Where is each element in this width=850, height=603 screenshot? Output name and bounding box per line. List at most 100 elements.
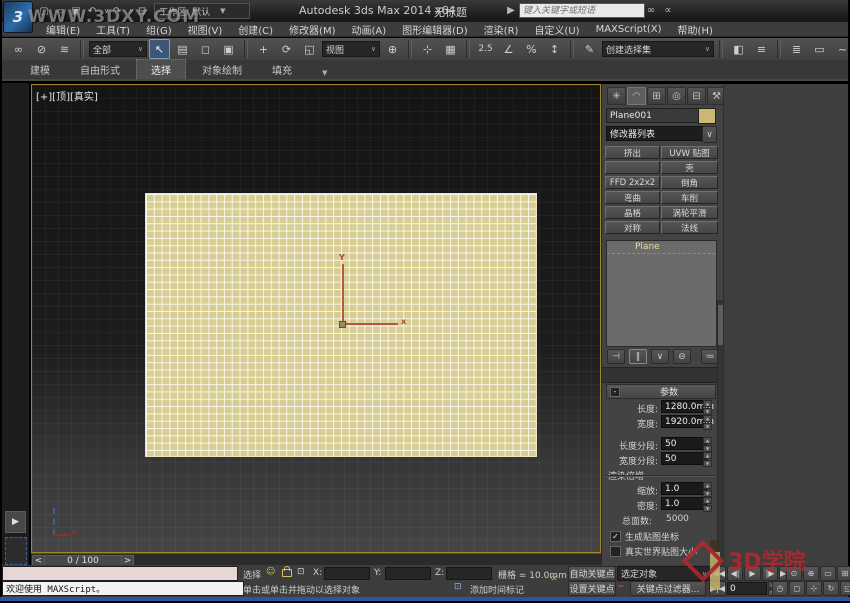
- infocenter-expand-icon[interactable]: ▶: [506, 3, 516, 18]
- project-folder-icon[interactable]: ⊟: [134, 4, 150, 19]
- key-filters-button[interactable]: 关键点过滤器...: [630, 581, 706, 596]
- modifier-button-bevel[interactable]: 倒角: [661, 176, 718, 189]
- parameters-rollout-header[interactable]: - 参数: [606, 384, 716, 399]
- gizmo-y-axis[interactable]: [342, 264, 344, 325]
- snap-toggle-icon[interactable]: 2.5: [475, 39, 496, 59]
- zoom-icon[interactable]: ⊙: [786, 566, 802, 581]
- current-frame-field[interactable]: [727, 582, 767, 595]
- y-coord-field[interactable]: [385, 567, 431, 580]
- tab-motion-icon[interactable]: ◎: [667, 87, 686, 105]
- modifier-button-uvw-map[interactable]: UVW 贴图: [661, 146, 718, 159]
- x-coord-field[interactable]: [324, 567, 370, 580]
- transform-type-in-icon[interactable]: ⊡: [297, 567, 305, 577]
- bind-to-space-warp-icon[interactable]: ≋: [54, 39, 75, 59]
- next-frame-button[interactable]: |▶: [762, 566, 778, 581]
- maxscript-listener-line[interactable]: 欢迎使用 MAXScript。: [2, 581, 244, 596]
- plane-object[interactable]: Y x: [145, 193, 537, 457]
- macro-recorder-line[interactable]: [2, 566, 238, 581]
- new-file-icon[interactable]: ▢: [36, 4, 52, 19]
- ribbon-tab-modeling[interactable]: 建模: [16, 60, 64, 79]
- menu-edit[interactable]: 编辑(E): [38, 22, 88, 37]
- 3ds-max-logo[interactable]: 3: [3, 1, 33, 33]
- modifier-button-turbosmooth[interactable]: 涡轮平滑: [661, 206, 718, 219]
- zoom-extents-all-icon[interactable]: ⊞: [837, 566, 850, 581]
- angle-snap-icon[interactable]: ∠: [498, 39, 519, 59]
- modifier-button-normal[interactable]: 法线: [661, 221, 718, 234]
- make-unique-icon[interactable]: ∨: [651, 349, 669, 364]
- modifier-button-bend[interactable]: 弯曲: [605, 191, 660, 204]
- keyboard-shortcut-override-icon[interactable]: ▦: [440, 39, 461, 59]
- spinner-up-icon[interactable]: ▲: [703, 452, 712, 459]
- reference-coordinate-dropdown[interactable]: 视图 ∨: [322, 41, 380, 57]
- window-crossing-icon[interactable]: ▣: [218, 39, 239, 59]
- modifier-button-symmetry[interactable]: 对称: [605, 221, 660, 234]
- spinner-down-icon[interactable]: ▼: [703, 445, 712, 452]
- ribbon-tab-selection[interactable]: 选择: [136, 59, 186, 79]
- rollout-collapse-icon[interactable]: -: [610, 386, 620, 397]
- align-icon[interactable]: ≡: [751, 39, 772, 59]
- panel-splitter[interactable]: [602, 367, 724, 383]
- menu-group[interactable]: 组(G): [138, 22, 180, 37]
- scale-field[interactable]: 1.0: [661, 482, 707, 495]
- workspace-selector[interactable]: 工作区: 默认 ▼: [154, 3, 251, 19]
- pan-hand-icon[interactable]: ⊹: [806, 581, 822, 596]
- width-spinner[interactable]: ▲ ▼: [703, 415, 712, 430]
- gizmo-x-axis[interactable]: [344, 323, 398, 325]
- modifier-list-arrow-icon[interactable]: ∨: [702, 126, 717, 143]
- modifier-button-shell[interactable]: 壳: [661, 161, 718, 174]
- width-field[interactable]: 1920.0mm: [661, 415, 714, 428]
- menu-create[interactable]: 创建(C): [230, 22, 281, 37]
- infocenter-search-input[interactable]: [519, 3, 645, 18]
- key-filter-curve-icon[interactable]: ~: [617, 582, 625, 592]
- tab-hierarchy-icon[interactable]: ⊞: [647, 87, 666, 105]
- select-and-link-icon[interactable]: ∞: [8, 39, 29, 59]
- key-mode-dropdown[interactable]: 选定对象 ∨: [617, 566, 711, 581]
- spinner-up-icon[interactable]: ▲: [703, 482, 712, 489]
- maximize-viewport-toggle-icon[interactable]: ◱: [840, 581, 850, 596]
- object-name-field[interactable]: Plane001: [606, 108, 700, 123]
- modifier-button-lathe[interactable]: 车削: [661, 191, 718, 204]
- sign-in-key-icon[interactable]: ∝: [660, 3, 676, 18]
- spinner-up-icon[interactable]: ▲: [703, 415, 712, 422]
- z-coord-field[interactable]: [446, 567, 492, 580]
- ribbon-tab-populate[interactable]: 填充: [258, 60, 306, 79]
- use-pivot-point-center-icon[interactable]: ⊕: [382, 39, 403, 59]
- tab-display-icon[interactable]: ⊟: [687, 87, 706, 105]
- modifier-stack-list[interactable]: Plane: [606, 240, 717, 347]
- auto-key-button[interactable]: 自动关键点: [568, 566, 616, 581]
- go-to-start-button[interactable]: |◀◀: [709, 566, 726, 581]
- redo-icon[interactable]: ↷: [109, 4, 125, 19]
- zoom-region-icon[interactable]: ◻: [789, 581, 805, 596]
- selection-filter-dropdown[interactable]: 全部 ∨: [89, 41, 147, 57]
- menu-customize[interactable]: 自定义(U): [526, 22, 587, 37]
- search-binoculars-icon[interactable]: ∞: [643, 3, 659, 18]
- length-segs-spinner[interactable]: ▲ ▼: [703, 437, 712, 452]
- edit-named-selection-sets-icon[interactable]: ✎: [579, 39, 600, 59]
- real-world-checkbox[interactable]: [610, 546, 621, 557]
- zoom-extents-icon[interactable]: ▭: [820, 566, 836, 581]
- rectangular-selection-region-icon[interactable]: ◻: [195, 39, 216, 59]
- pin-stack-icon[interactable]: ⊣: [607, 349, 625, 364]
- object-color-swatch[interactable]: [698, 108, 716, 124]
- select-by-name-icon[interactable]: ▤: [172, 39, 193, 59]
- width-segs-field[interactable]: 50: [661, 452, 707, 465]
- key-mode-toggle-icon[interactable]: ▶|◀: [709, 581, 726, 596]
- add-time-tag-button[interactable]: 添加时间标记: [470, 583, 524, 596]
- show-end-result-icon[interactable]: ‖: [629, 349, 647, 364]
- set-key-button[interactable]: 设置关键点: [568, 581, 616, 596]
- spinner-down-icon[interactable]: ▼: [703, 490, 712, 497]
- generate-mapping-checkbox[interactable]: ✓: [610, 531, 621, 542]
- menu-tools[interactable]: 工具(T): [88, 22, 138, 37]
- density-field[interactable]: 1.0: [661, 497, 707, 510]
- spinner-down-icon[interactable]: ▼: [703, 505, 712, 512]
- orbit-icon[interactable]: ↻: [823, 581, 839, 596]
- ribbon-minimize-icon[interactable]: ▼: [308, 67, 341, 79]
- modifier-button-blank[interactable]: [605, 161, 660, 174]
- remove-modifier-icon[interactable]: ⊖: [673, 349, 691, 364]
- modifier-list-dropdown[interactable]: 修改器列表: [606, 126, 708, 141]
- layer-manager-icon[interactable]: ≣: [786, 39, 807, 59]
- select-and-scale-icon[interactable]: ◱: [299, 39, 320, 59]
- mirror-icon[interactable]: ◧: [728, 39, 749, 59]
- spinner-down-icon[interactable]: ▼: [703, 460, 712, 467]
- layout-thumbnail[interactable]: [5, 537, 27, 565]
